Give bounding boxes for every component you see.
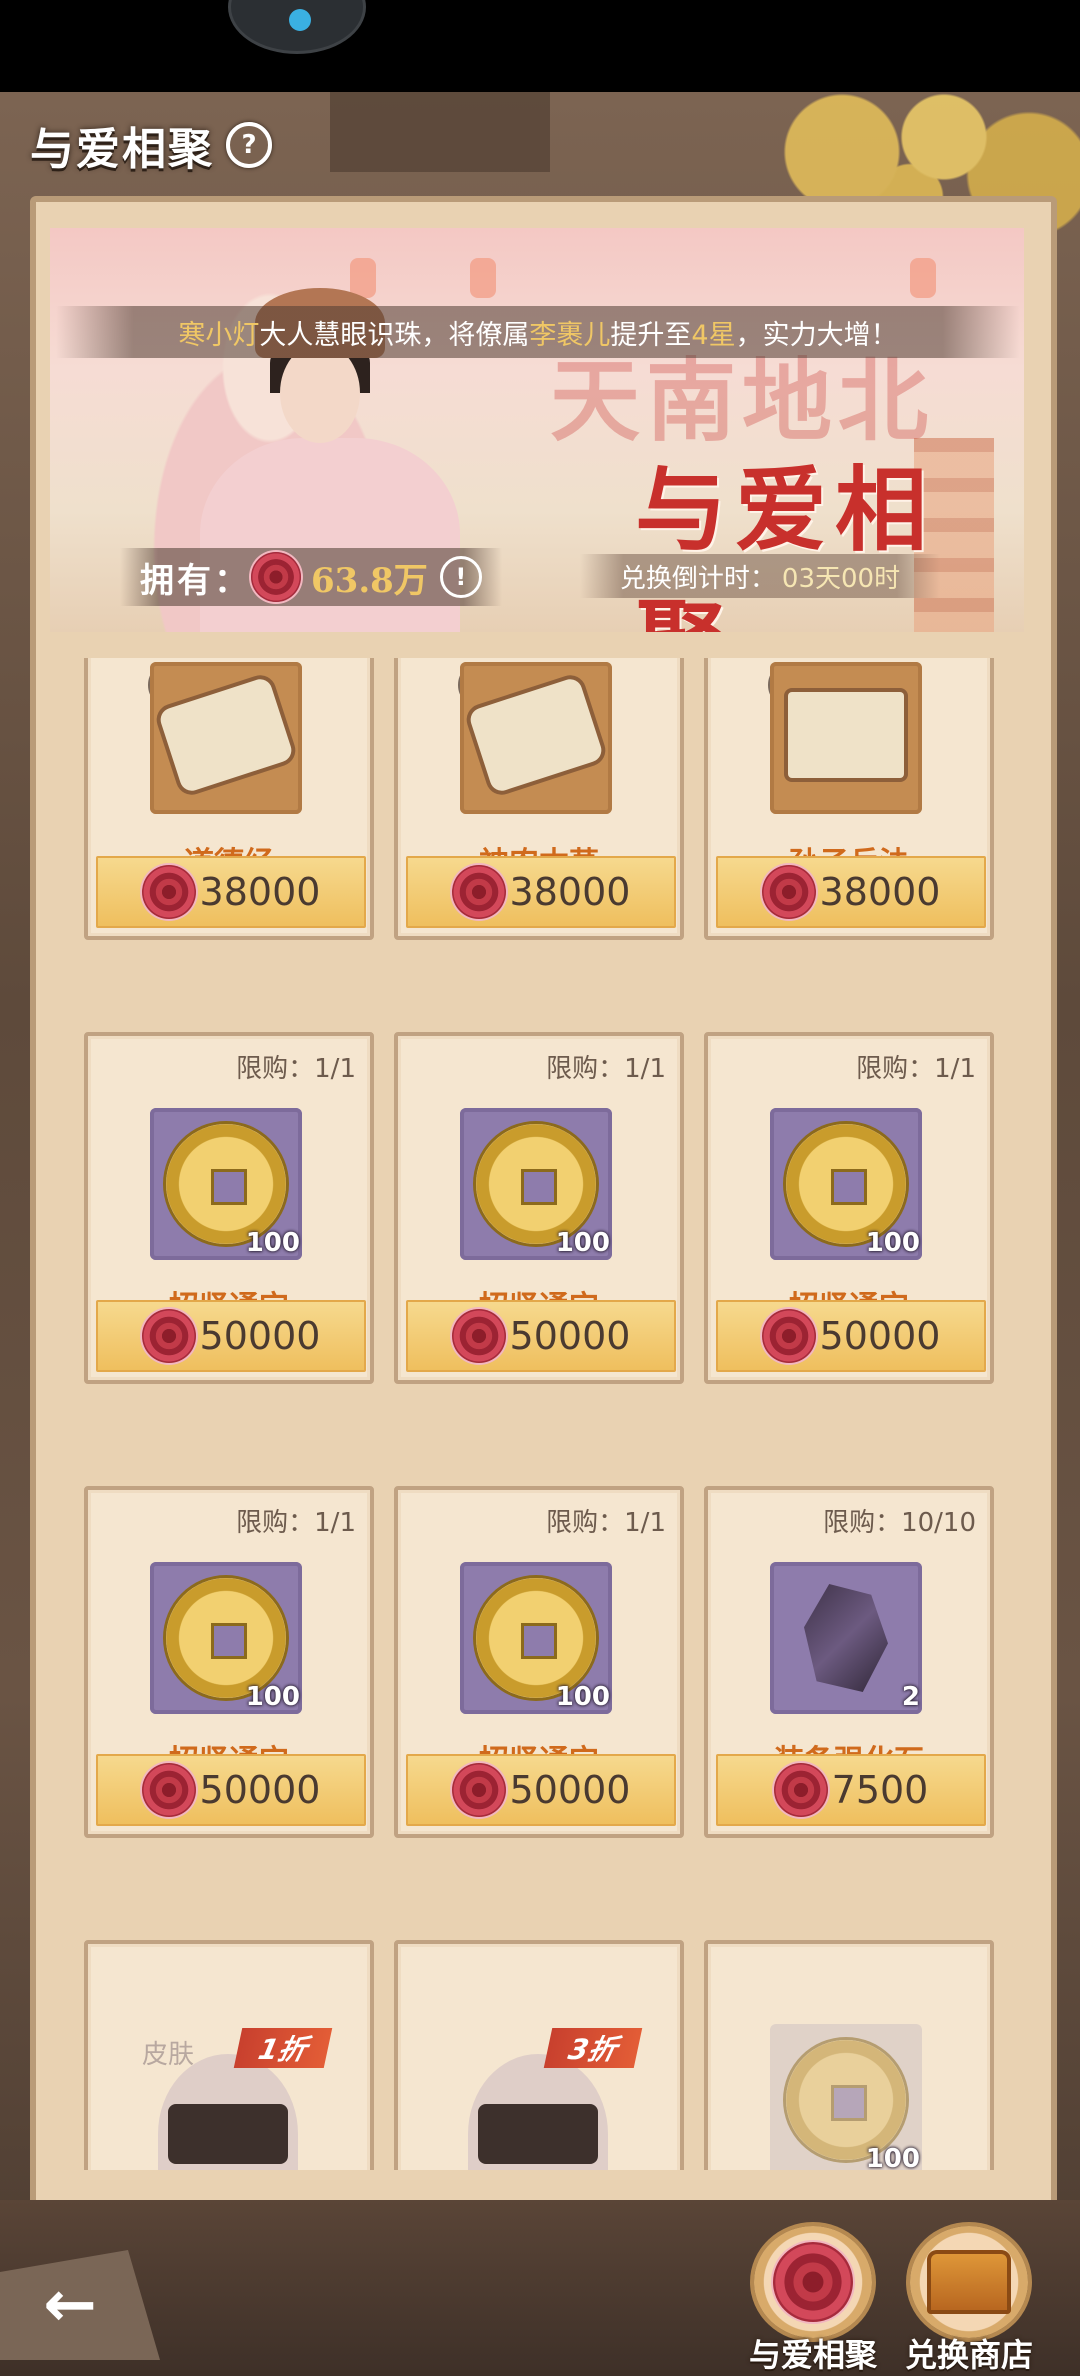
item-quantity: 100: [555, 1228, 610, 1258]
purchase-limit: 限购：1/1: [546, 1054, 666, 1084]
item-price: 50000: [199, 1314, 321, 1358]
shop-item-card[interactable]: ☁ 神农本草 38000: [394, 658, 684, 940]
rose-currency-icon: [141, 865, 196, 919]
shop-item-card[interactable]: 限购：1/1 100 招贤通宝 50000: [84, 1032, 374, 1384]
status-bar: [0, 0, 1080, 92]
item-quantity: 100: [245, 1228, 300, 1258]
banner-title-line2: 与爱相聚: [635, 456, 936, 632]
item-price: 50000: [509, 1768, 631, 1812]
price-button[interactable]: 38000: [406, 856, 676, 928]
item-quantity: 100: [555, 1682, 610, 1712]
price-button[interactable]: 38000: [96, 856, 366, 928]
discount-badge: 3折: [543, 2028, 643, 2068]
skin-tag: 皮肤: [142, 2040, 195, 2070]
price-button[interactable]: 50000: [406, 1300, 676, 1372]
owned-label: 拥有：: [140, 560, 251, 601]
shop-item-card[interactable]: 3折: [394, 1940, 684, 2170]
tab-exchange-shop[interactable]: 兑换商店: [894, 2226, 1044, 2376]
price-button[interactable]: 7500: [716, 1754, 986, 1826]
shop-item-card[interactable]: 限购：10/10 2 装备强化石 7500: [704, 1486, 994, 1838]
rose-currency-icon: [451, 865, 506, 919]
shop-item-card[interactable]: 100: [704, 1940, 994, 2170]
purchase-limit: 限购：1/1: [546, 1508, 666, 1538]
shop-item-card[interactable]: 限购：1/1 100 招贤通宝 50000: [394, 1486, 684, 1838]
ticker-player-name: 寒小灯: [178, 319, 260, 351]
shop-item-card[interactable]: ▤ 孙子兵法 38000: [704, 658, 994, 940]
enhancement-stone-icon: [770, 1562, 922, 1714]
book-icon: [770, 662, 922, 814]
shop-item-card[interactable]: ◎ 道德经 38000: [84, 658, 374, 940]
owned-currency: 拥有： 63.8万 !: [120, 548, 502, 606]
shop-item-card[interactable]: 皮肤 1折: [84, 1940, 374, 2170]
rose-currency-icon: [251, 552, 301, 602]
exchange-countdown: 兑换倒计时： 03天00时: [580, 554, 940, 598]
shop-item-card[interactable]: 限购：1/1 100 招贤通宝 50000: [394, 1032, 684, 1384]
page-title: 与爱相聚: [30, 124, 214, 175]
shop-item-grid[interactable]: ◎ 道德经 38000 ☁ 神农本草 38000 ▤ 孙子兵法 38000 限购…: [84, 658, 998, 2170]
countdown-label: 兑换倒计时：: [619, 563, 776, 594]
rose-currency-icon: [141, 1309, 196, 1363]
item-price: 50000: [819, 1314, 941, 1358]
item-price: 50000: [199, 1768, 321, 1812]
price-button[interactable]: 50000: [406, 1754, 676, 1826]
info-icon[interactable]: !: [439, 556, 482, 598]
tab-love-gathering[interactable]: 与爱相聚: [738, 2226, 888, 2376]
treasure-chest-icon: [927, 2250, 1011, 2314]
owned-value: 63.8万: [311, 560, 428, 601]
ticker-target-name: 李裹儿: [529, 319, 611, 351]
price-button[interactable]: 50000: [96, 1754, 366, 1826]
ticker-text: 大人慧眼识珠，将僚属: [259, 319, 530, 351]
rose-currency-icon: [451, 1309, 506, 1363]
purchase-limit: 限购：1/1: [236, 1508, 356, 1538]
ticker-text: 提升至: [610, 319, 692, 351]
price-button[interactable]: 50000: [96, 1300, 366, 1372]
item-price: 38000: [819, 870, 941, 914]
tab-label: 兑换商店: [904, 2336, 1033, 2374]
purchase-limit: 限购：1/1: [856, 1054, 976, 1084]
ticker-stars: 4星: [691, 319, 736, 351]
price-button[interactable]: 38000: [716, 856, 986, 928]
rose-currency-icon: [451, 1763, 506, 1817]
rose-icon: [773, 2242, 853, 2322]
tab-label: 与爱相聚: [748, 2336, 877, 2374]
item-quantity: 2: [901, 1682, 920, 1712]
purchase-limit: 限购：10/10: [823, 1508, 976, 1538]
item-price: 7500: [831, 1768, 929, 1812]
page-header: 与爱相聚 ?: [30, 110, 272, 180]
rose-currency-icon: [141, 1763, 196, 1817]
countdown-value: 03天00时: [781, 563, 901, 594]
scroll-icon: [150, 662, 302, 814]
rose-currency-icon: [761, 865, 816, 919]
announcement-ticker: 寒小灯 大人慧眼识珠，将僚属 李裹儿 提升至 4星 ，实力大增！: [56, 306, 1020, 358]
scroll-icon: [460, 662, 612, 814]
price-button[interactable]: 50000: [716, 1300, 986, 1372]
discount-badge: 1折: [233, 2028, 333, 2068]
app-avatar-icon: [228, 0, 366, 54]
item-quantity: 100: [865, 2144, 920, 2170]
back-arrow-icon: ←: [43, 2268, 97, 2342]
help-icon[interactable]: ?: [226, 122, 272, 168]
item-price: 38000: [509, 870, 631, 914]
item-quantity: 100: [245, 1682, 300, 1712]
item-quantity: 100: [865, 1228, 920, 1258]
ticker-text: ，实力大增！: [735, 319, 898, 351]
purchase-limit: 限购：1/1: [236, 1054, 356, 1084]
item-price: 38000: [199, 870, 321, 914]
shop-item-card[interactable]: 限购：1/1 100 招贤通宝 50000: [704, 1032, 994, 1384]
rose-currency-icon: [773, 1763, 828, 1817]
rose-currency-icon: [761, 1309, 816, 1363]
item-price: 50000: [509, 1314, 631, 1358]
shop-item-card[interactable]: 限购：1/1 100 招贤通宝 50000: [84, 1486, 374, 1838]
